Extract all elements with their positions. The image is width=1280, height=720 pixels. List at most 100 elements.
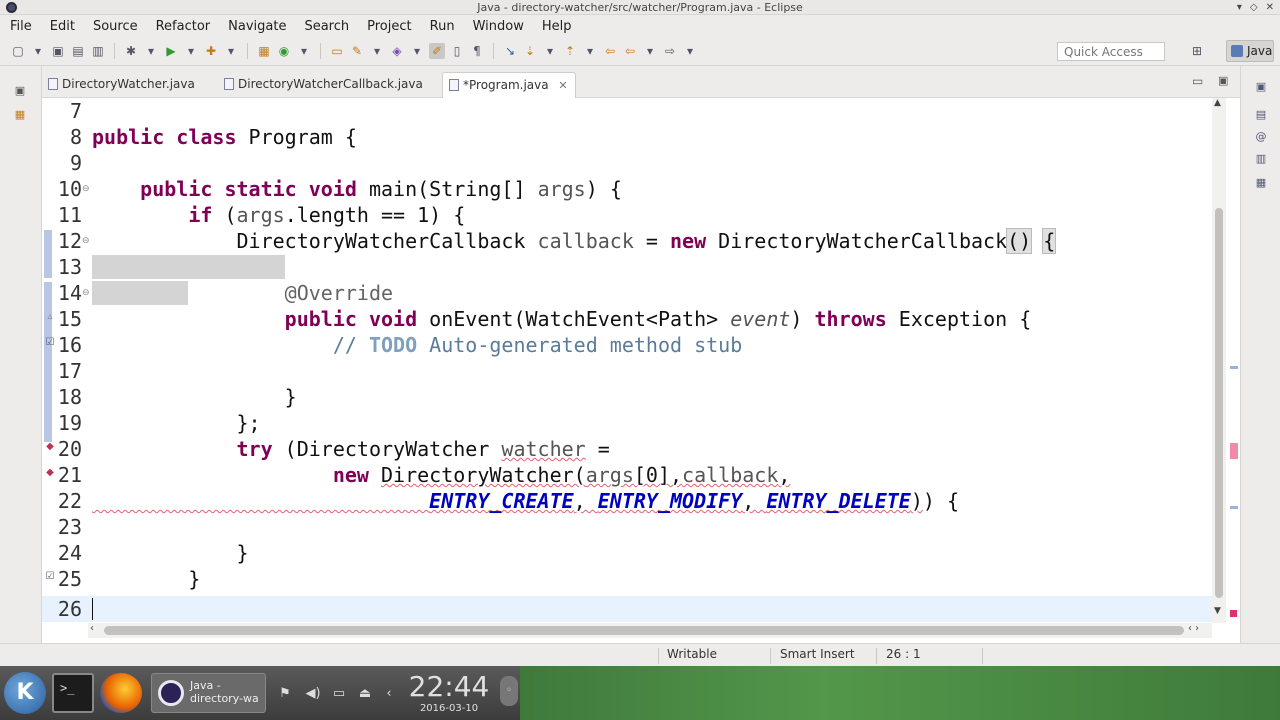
open-folder-icon[interactable]: ▭ [329, 43, 345, 59]
toggle-breadcrumb-icon[interactable]: ↘ [502, 43, 518, 59]
ruler-marker[interactable] [1230, 506, 1238, 509]
horizontal-scroll-thumb[interactable] [104, 626, 1184, 635]
tab-program[interactable]: *Program.java ✕ [442, 72, 576, 98]
menu-navigate[interactable]: Navigate [228, 19, 286, 34]
horizontal-scrollbar[interactable]: ‹ ‹ › [88, 623, 1212, 638]
code-line: 12 ⊖ DirectoryWatcherCallback callback =… [42, 228, 1212, 254]
tab-label: DirectoryWatcher.java [62, 77, 195, 91]
clock-date: 2016-03-10 [419, 703, 479, 714]
us-flag-keyboard-icon[interactable]: ⚑ [276, 686, 294, 702]
restore-view-icon[interactable]: ▣ [13, 84, 27, 98]
package-explorer-icon[interactable]: ▦ [13, 108, 27, 122]
fold-toggle-icon[interactable]: ⊖ [82, 236, 90, 246]
kde-menu-icon[interactable]: K [4, 672, 46, 714]
device-notifier-icon[interactable]: ⏏ [356, 686, 374, 702]
outline-view-icon[interactable]: ▤ [1254, 108, 1268, 122]
task-dropdown-icon[interactable]: ▾ [369, 43, 385, 59]
menu-help[interactable]: Help [542, 19, 572, 34]
external-tools-icon[interactable]: ✚ [203, 43, 219, 59]
tab-directorywatcher[interactable]: DirectoryWatcher.java [42, 72, 212, 98]
tab-directorywatchercallback[interactable]: DirectoryWatcherCallback.java [218, 72, 440, 98]
task-label-line1: Java - [190, 679, 221, 692]
ruler-marker[interactable] [1230, 443, 1238, 459]
firefox-launcher-icon[interactable] [100, 673, 142, 713]
scroll-up-icon[interactable]: ▲ [1214, 98, 1221, 108]
panel-toolbox-icon[interactable]: ◦ [500, 676, 518, 706]
show-whitespace-icon[interactable]: ¶ [469, 43, 485, 59]
scroll-left-icon[interactable]: ‹ [90, 623, 94, 634]
previous-annotation-icon[interactable]: ⇡ [562, 43, 578, 59]
new-class-dropdown-icon[interactable]: ▾ [296, 43, 312, 59]
close-tab-icon[interactable]: ✕ [558, 79, 567, 92]
code-line: ☑ 25 } [42, 566, 1212, 592]
scroll-right-icon[interactable]: ‹ › [1188, 623, 1199, 634]
line-number: 9 [69, 151, 82, 175]
code-editor[interactable]: 7 8 public class Program { 9 10 ⊖ public… [42, 98, 1212, 623]
restore-view-icon[interactable]: ▣ [1254, 80, 1268, 94]
ruler-marker[interactable] [1230, 366, 1238, 369]
save-all-icon[interactable]: ▥ [90, 43, 106, 59]
new-java-project-icon[interactable]: ▦ [256, 43, 272, 59]
toggle-mark-occurrences-icon[interactable]: ✐ [429, 43, 445, 59]
maximize-editor-icon[interactable]: ▣ [1218, 74, 1228, 87]
last-edit-location-icon[interactable]: ⇦ [602, 43, 618, 59]
next-annotation-icon[interactable]: ⇣ [522, 43, 538, 59]
minimize-editor-icon[interactable]: ▭ [1192, 74, 1203, 88]
back-icon[interactable]: ⇦ [622, 43, 638, 59]
search-icon[interactable]: ◈ [389, 43, 405, 59]
run-icon[interactable]: ▶ [163, 43, 179, 59]
quick-access-input[interactable] [1057, 42, 1165, 61]
clock-time[interactable]: 22:44 [404, 670, 494, 703]
java-perspective-icon [1231, 45, 1243, 57]
display-icon[interactable]: ▭ [330, 686, 348, 702]
scroll-down-icon[interactable]: ▼ [1214, 606, 1221, 616]
new-java-class-icon[interactable]: ◉ [276, 43, 292, 59]
javadoc-view-icon[interactable]: @ [1254, 130, 1268, 144]
back-dropdown-icon[interactable]: ▾ [642, 43, 658, 59]
menu-source[interactable]: Source [93, 19, 138, 34]
terminal-launcher-icon[interactable]: >_ [52, 673, 94, 713]
open-perspective-icon[interactable]: ⊞ [1188, 44, 1206, 60]
previous-annotation-dropdown-icon[interactable]: ▾ [582, 43, 598, 59]
open-task-icon[interactable]: ✎ [349, 43, 365, 59]
fold-toggle-icon[interactable]: ⊖ [82, 184, 90, 194]
declaration-view-icon[interactable]: ▥ [1254, 152, 1268, 166]
debug-icon[interactable]: ✱ [123, 43, 139, 59]
code-line: 22 ENTRY_CREATE, ENTRY_MODIFY, ENTRY_DEL… [42, 488, 1212, 514]
save-icon[interactable]: ▤ [70, 43, 86, 59]
next-annotation-dropdown-icon[interactable]: ▾ [542, 43, 558, 59]
error-indicator[interactable] [1230, 610, 1237, 617]
menu-window[interactable]: Window [473, 19, 524, 34]
console-view-icon[interactable]: ▦ [1254, 176, 1268, 190]
new-dropdown-icon[interactable]: ▾ [30, 43, 46, 59]
block-selection-icon[interactable]: ▯ [449, 43, 465, 59]
minimize-window-icon[interactable]: ▾ [1237, 1, 1242, 14]
fold-toggle-icon[interactable]: ⊖ [82, 288, 90, 298]
open-type-icon[interactable]: ▣ [50, 43, 66, 59]
forward-dropdown-icon[interactable]: ▾ [682, 43, 698, 59]
menu-edit[interactable]: Edit [50, 19, 75, 34]
tray-expand-arrow-icon[interactable]: ‹ [380, 686, 398, 702]
code-line: ◆ 21 new DirectoryWatcher(args[0],callba… [42, 462, 1212, 488]
maximize-window-icon[interactable]: ◇ [1250, 1, 1258, 14]
search-dropdown-icon[interactable]: ▾ [409, 43, 425, 59]
menu-run[interactable]: Run [430, 19, 455, 34]
menu-project[interactable]: Project [367, 19, 411, 34]
external-tools-dropdown-icon[interactable]: ▾ [223, 43, 239, 59]
debug-dropdown-icon[interactable]: ▾ [143, 43, 159, 59]
current-code-line: 26 [42, 596, 1212, 622]
vertical-scroll-thumb[interactable] [1215, 208, 1223, 598]
vertical-scrollbar[interactable]: ▲ ▼ [1212, 98, 1226, 623]
new-icon[interactable]: ▢ [10, 43, 26, 59]
java-perspective-button[interactable]: Java [1226, 40, 1274, 62]
volume-icon[interactable]: ◀) [304, 686, 322, 702]
menu-search[interactable]: Search [304, 19, 349, 34]
run-dropdown-icon[interactable]: ▾ [183, 43, 199, 59]
menu-file[interactable]: File [10, 19, 32, 34]
eclipse-task-button[interactable]: Java - directory-wa [151, 673, 266, 713]
close-window-icon[interactable]: ✕ [1266, 1, 1274, 14]
forward-icon[interactable]: ⇨ [662, 43, 678, 59]
menu-refactor[interactable]: Refactor [156, 19, 211, 34]
status-bar: Writable Smart Insert 26 : 1 [0, 643, 1280, 666]
code-line: 13 [42, 254, 1212, 280]
